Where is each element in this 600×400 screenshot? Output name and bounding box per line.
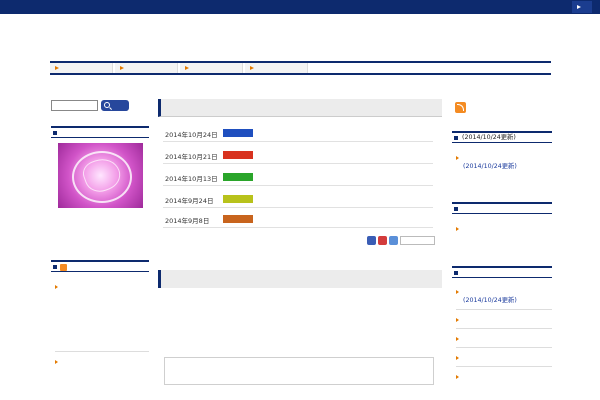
read-more-link[interactable]	[380, 320, 436, 329]
news-date: 2014年9月24日	[165, 197, 214, 205]
site-title[interactable]	[50, 39, 130, 55]
news-title-link[interactable]	[261, 150, 433, 160]
divider	[456, 347, 552, 348]
news-list: 2014年10月24日 2014年10月21日 2014年10月13日 2014…	[158, 118, 442, 246]
article-heading[interactable]	[158, 270, 442, 288]
widget2-link[interactable]	[456, 224, 552, 234]
divider	[55, 351, 149, 352]
ranking-item-2[interactable]	[456, 315, 552, 325]
global-nav	[50, 61, 551, 75]
divider	[456, 366, 552, 367]
news-date: 2014年9月8日	[165, 217, 210, 225]
news-title-link[interactable]	[261, 128, 433, 138]
blog-item-1-title[interactable]	[55, 282, 149, 301]
breadcrumb[interactable]	[50, 84, 90, 92]
news-tag	[223, 195, 253, 203]
article-bottom-link[interactable]	[164, 390, 206, 398]
ranking-item-4[interactable]	[456, 353, 552, 363]
profile-image	[58, 143, 143, 208]
news-row: 2014年10月21日	[163, 146, 433, 164]
news-row: 2014年9月24日	[163, 190, 433, 208]
nav-item-3[interactable]	[180, 63, 243, 73]
blog-item-2-title[interactable]	[55, 357, 149, 376]
share-count-box[interactable]	[400, 236, 435, 245]
top-link[interactable]	[572, 1, 592, 13]
widget2-heading	[452, 202, 552, 214]
widget1-date[interactable]: (2014/10/24更新)	[463, 162, 553, 172]
article-text	[167, 299, 437, 309]
rss-icon[interactable]	[455, 102, 466, 113]
divider	[456, 309, 552, 310]
news-tag	[223, 215, 253, 223]
search-button[interactable]	[101, 100, 129, 111]
news-date: 2014年10月13日	[165, 175, 218, 183]
top-bar	[0, 0, 600, 14]
widget1-heading-updated: (2014/10/24更新)	[462, 134, 516, 141]
news-date: 2014年10月21日	[165, 153, 218, 161]
blog-item-1-date	[55, 306, 115, 316]
blog-item-1-excerpt	[55, 320, 149, 340]
news-heading	[158, 99, 442, 117]
nav-item-home[interactable]	[50, 63, 113, 73]
site-description	[300, 28, 552, 54]
news-title-link[interactable]	[261, 214, 433, 224]
profile-heading	[51, 126, 149, 138]
news-tag	[223, 151, 253, 159]
blog-item-2-date	[55, 380, 115, 390]
share-icon-3[interactable]	[389, 236, 398, 245]
news-tag	[223, 129, 253, 137]
nav-item-2[interactable]	[115, 63, 178, 73]
news-tag	[223, 173, 253, 181]
search-input[interactable]	[51, 100, 98, 111]
rss-icon	[60, 264, 67, 271]
rss-link[interactable]	[470, 104, 540, 113]
profile-text	[53, 212, 149, 244]
ranking-item-5[interactable]	[456, 372, 552, 382]
ranking-item-1-date[interactable]: (2014/10/24更新)	[463, 296, 553, 306]
news-title-link[interactable]	[261, 194, 433, 204]
divider	[456, 328, 552, 329]
news-row: 2014年10月13日	[163, 168, 433, 186]
ranking-item-3[interactable]	[456, 334, 552, 344]
blog-item-1-ellipsis	[55, 339, 75, 349]
article-box	[164, 357, 434, 385]
search-icon	[104, 102, 110, 108]
news-row: 2014年9月8日	[163, 210, 433, 228]
news-row: 2014年10月24日	[163, 124, 433, 142]
news-date: 2014年10月24日	[165, 131, 218, 139]
widget3-heading	[452, 266, 552, 278]
nav-item-4[interactable]	[245, 63, 308, 73]
share-icon-1[interactable]	[367, 236, 376, 245]
news-title-link[interactable]	[261, 172, 433, 182]
share-icon-2[interactable]	[378, 236, 387, 245]
widget1-heading: (2014/10/24更新)	[452, 131, 552, 143]
